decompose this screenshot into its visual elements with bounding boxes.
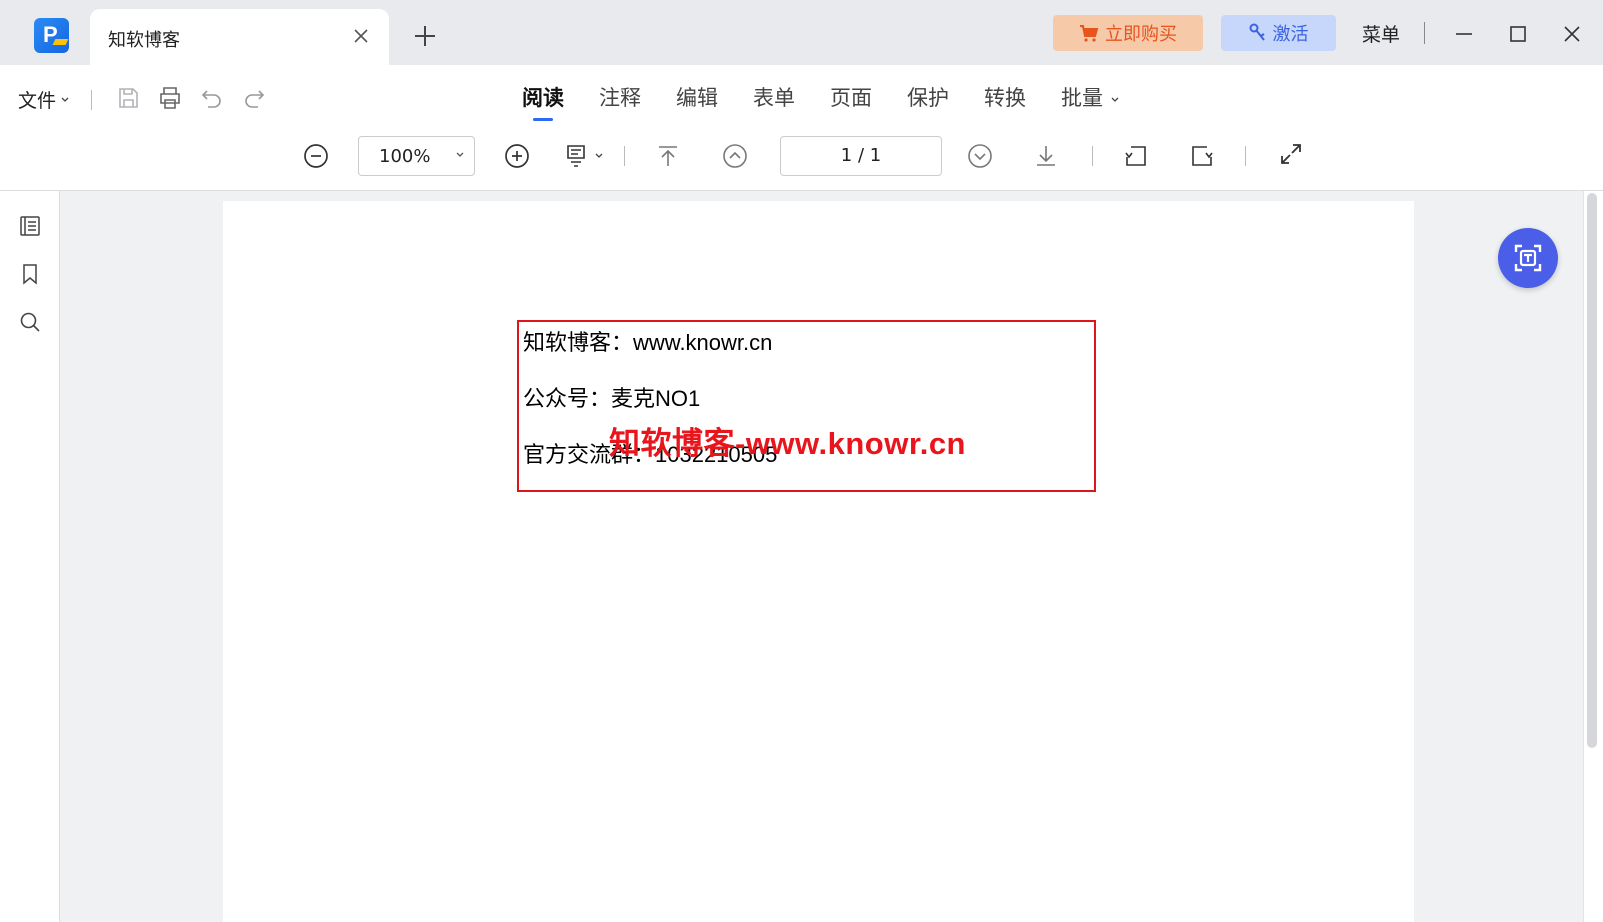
- activate-label: 激活: [1272, 24, 1309, 45]
- close-tab-icon[interactable]: [349, 24, 373, 48]
- chevron-down-icon: [1111, 97, 1119, 102]
- cart-icon: [1080, 25, 1099, 42]
- tab-edit[interactable]: 编辑: [676, 82, 718, 112]
- tab-page[interactable]: 页面: [830, 82, 872, 112]
- divider: [624, 146, 625, 166]
- fit-page-icon[interactable]: [563, 143, 589, 169]
- file-menu[interactable]: 文件: [18, 86, 70, 113]
- document-viewport[interactable]: 知软博客：www.knowr.cn 公众号：麦克NO1 官方交流群：103221…: [60, 191, 1583, 922]
- divider: [1245, 146, 1246, 166]
- divider: [1092, 146, 1093, 166]
- window-close-icon[interactable]: [1560, 22, 1584, 46]
- rotate-right-icon[interactable]: [1189, 143, 1215, 169]
- ribbon-tabs: 阅读 注释 编辑 表单 页面 保护 转换 批量: [522, 82, 1120, 121]
- buy-now-button[interactable]: 立即购买: [1053, 15, 1203, 51]
- page-number-input[interactable]: 1 / 1: [780, 136, 942, 176]
- divider: [1424, 22, 1425, 44]
- watermark-text: 知软博客-www.knowr.cn: [609, 426, 966, 461]
- maximize-icon[interactable]: [1506, 22, 1530, 46]
- title-bar: P 知软博客 立即购买 激活 菜单: [0, 0, 1603, 65]
- tab-title: 知软博客: [108, 30, 180, 51]
- tab-convert[interactable]: 转换: [984, 82, 1026, 112]
- ocr-text-icon: [1514, 244, 1542, 272]
- document-line: 知软博客：www.knowr.cn: [523, 330, 773, 355]
- tab-read[interactable]: 阅读: [522, 82, 564, 121]
- left-sidebar: [0, 191, 60, 922]
- rotate-left-icon[interactable]: [1123, 143, 1149, 169]
- toolbar: 文件 阅读 注释 编辑 表单 页面 保护 转换 批量 100% 1 / 1: [0, 65, 1603, 191]
- undo-icon[interactable]: [199, 85, 225, 111]
- document-line: 公众号：麦克NO1: [523, 386, 701, 411]
- key-icon: [1249, 23, 1265, 41]
- buy-now-label: 立即购买: [1105, 24, 1177, 45]
- file-menu-label: 文件: [18, 90, 57, 112]
- previous-page-icon[interactable]: [722, 143, 748, 169]
- main-menu-button[interactable]: 菜单: [1362, 20, 1400, 47]
- last-page-icon[interactable]: [1033, 143, 1059, 169]
- zoom-select[interactable]: 100%: [358, 136, 475, 176]
- search-icon[interactable]: [18, 310, 42, 334]
- outline-icon[interactable]: [18, 214, 42, 238]
- bookmark-icon[interactable]: [18, 262, 42, 286]
- next-page-icon[interactable]: [967, 143, 993, 169]
- zoom-out-icon[interactable]: [303, 143, 329, 169]
- ocr-button[interactable]: [1498, 228, 1558, 288]
- app-logo-icon: P: [34, 18, 69, 53]
- save-icon[interactable]: [115, 85, 141, 111]
- activate-button[interactable]: 激活: [1221, 15, 1336, 51]
- tab-batch-label: 批量: [1061, 86, 1103, 110]
- first-page-icon[interactable]: [655, 143, 681, 169]
- tab-batch[interactable]: 批量: [1061, 82, 1120, 112]
- highlight-box: 知软博客：www.knowr.cn 公众号：麦克NO1 官方交流群：103221…: [517, 320, 1096, 492]
- redo-icon[interactable]: [241, 85, 267, 111]
- tab-protect[interactable]: 保护: [907, 82, 949, 112]
- chevron-down-icon: [456, 152, 464, 157]
- chevron-down-icon: [61, 97, 69, 102]
- tab-form[interactable]: 表单: [753, 82, 795, 112]
- zoom-value: 100%: [379, 146, 431, 167]
- zoom-in-icon[interactable]: [504, 143, 530, 169]
- pdf-page[interactable]: 知软博客：www.knowr.cn 公众号：麦克NO1 官方交流群：103221…: [223, 201, 1414, 922]
- divider: [91, 90, 92, 110]
- tab-annotate[interactable]: 注释: [599, 82, 641, 112]
- new-tab-icon[interactable]: [412, 23, 438, 49]
- document-tab[interactable]: 知软博客: [90, 9, 389, 65]
- vertical-scrollbar-thumb[interactable]: [1587, 193, 1597, 748]
- print-icon[interactable]: [157, 85, 183, 111]
- fullscreen-icon[interactable]: [1278, 141, 1304, 167]
- minimize-icon[interactable]: [1452, 22, 1476, 46]
- chevron-down-icon[interactable]: [594, 151, 604, 161]
